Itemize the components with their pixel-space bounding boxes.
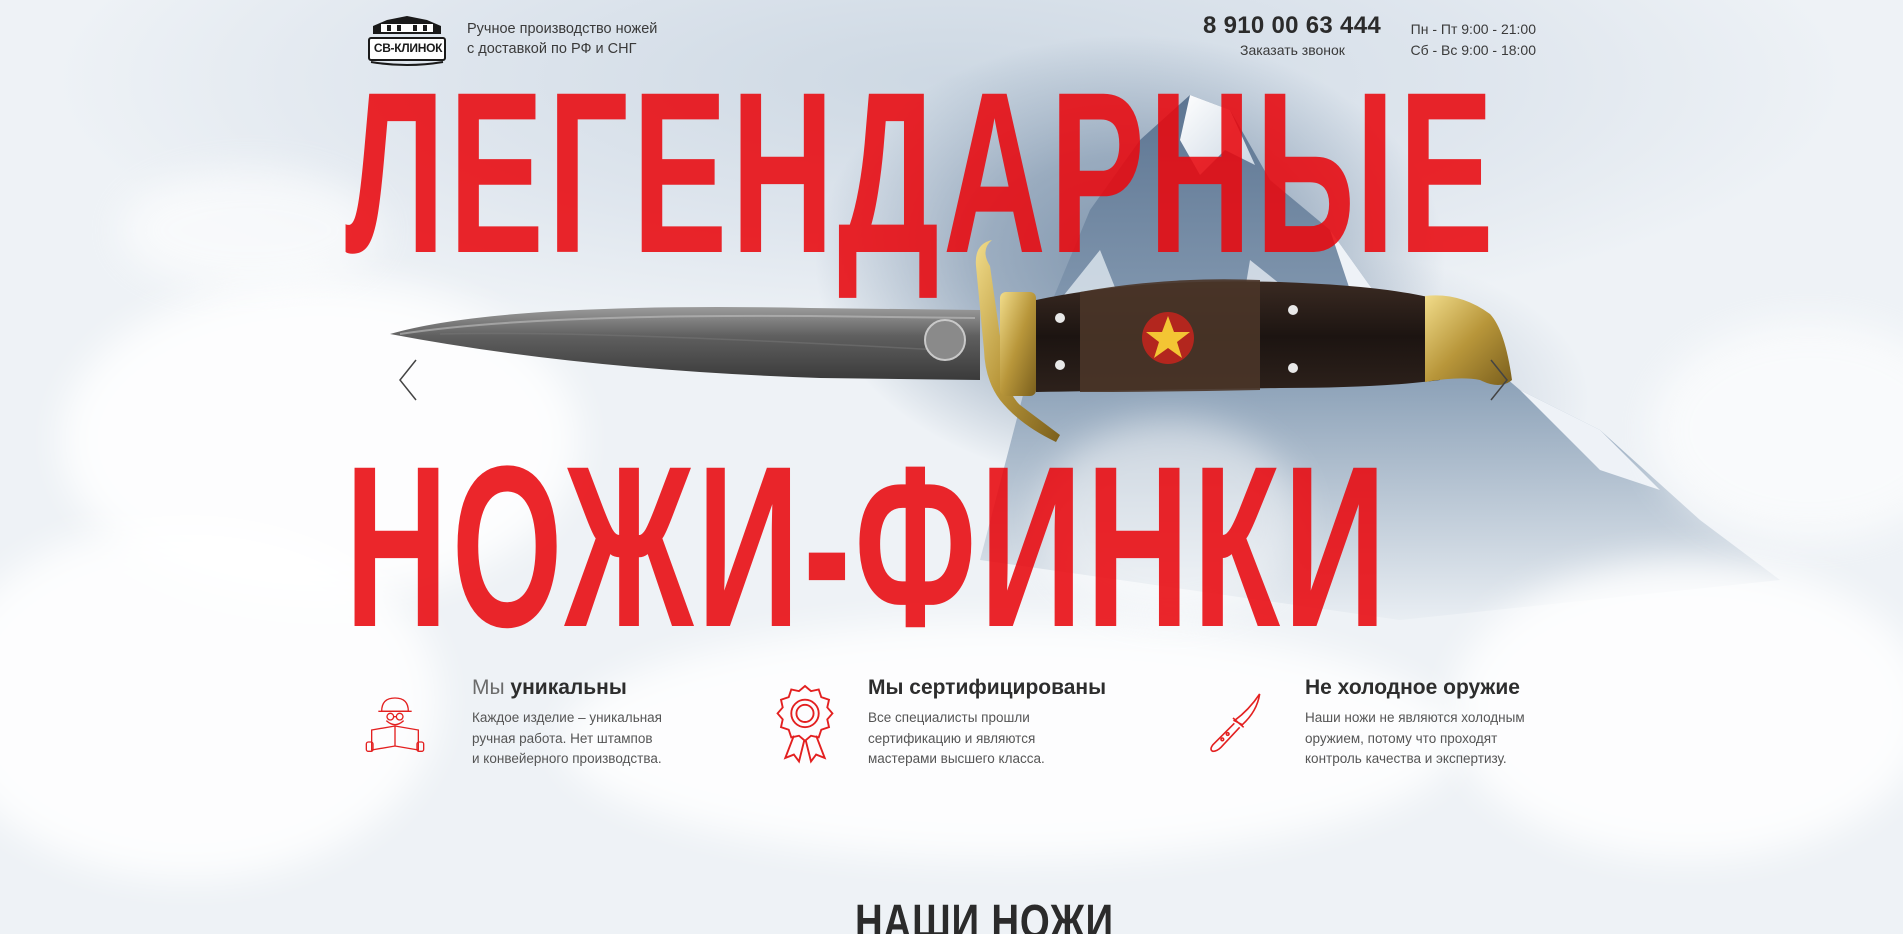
feature-certified-desc: Все специалисты прошли сертификацию и яв… (868, 710, 1045, 766)
tagline-line-1: Ручное производство ножей (467, 21, 658, 37)
worker-reading-icon (365, 697, 425, 753)
hours-weekdays: Пн - Пт 9:00 - 21:00 (1410, 21, 1536, 37)
feature-certified-title: Мы сертифицированы (868, 676, 1107, 699)
feature-not-weapon-desc: Наши ножи не являются холодным оружием, … (1305, 710, 1525, 766)
feature-not-weapon-title: Не холодное оружие (1305, 676, 1520, 699)
award-rosette-icon (776, 684, 834, 764)
feature-unique-title: Мы уникальны (472, 676, 627, 699)
hero-section: СВ-КЛИНОК Ручное производство ножей с до… (0, 0, 1903, 934)
slider-prev-arrow-icon[interactable] (396, 358, 420, 402)
feature-unique-desc: Каждое изделие – уникальная ручная работ… (472, 710, 662, 766)
slider-next-arrow-icon[interactable] (1487, 358, 1511, 402)
knife-icon (1210, 693, 1261, 753)
section-title-our-knives: НАШИ НОЖИ (855, 896, 1114, 934)
knife-image (390, 240, 1512, 442)
phone-number[interactable]: 8 910 00 63 444 (1203, 12, 1381, 40)
